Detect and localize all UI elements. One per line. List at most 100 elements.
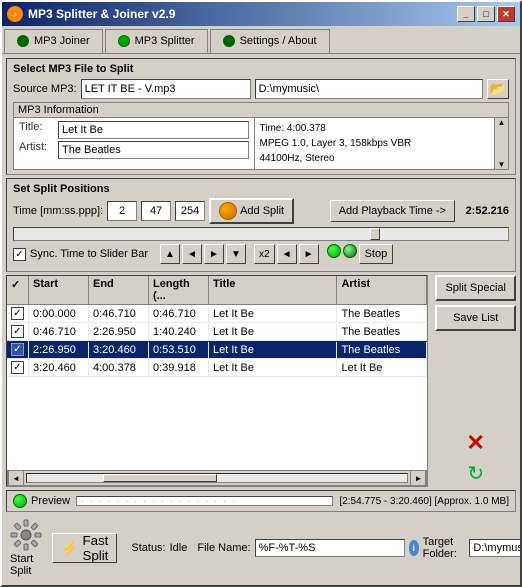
tab-splitter[interactable]: MP3 Splitter [105, 29, 208, 53]
minimize-button[interactable]: _ [457, 6, 475, 22]
splitter-led [118, 35, 130, 47]
bottom-row: Start Split ⚡ Fast Split Status: Idle Fi… [6, 515, 516, 581]
mp3-info-box: MP3 Information Title: Artist: Time: [13, 102, 509, 170]
scroll-down-btn[interactable]: ▼ [495, 160, 508, 169]
scroll-up-btn[interactable]: ▲ [495, 118, 508, 127]
main-window: ♪ MP3 Splitter & Joiner v2.9 _ □ ✕ MP3 J… [0, 0, 522, 587]
row3-check[interactable]: ✓ [11, 343, 24, 356]
delete-button[interactable]: ✕ [460, 429, 492, 457]
status-led [343, 244, 357, 258]
time-ss-input[interactable] [141, 201, 171, 221]
refresh-button[interactable]: ↻ [460, 459, 492, 487]
refresh-icon: ↻ [467, 461, 484, 486]
stop-button[interactable]: Stop [359, 244, 394, 264]
joiner-led [17, 35, 29, 47]
mp3-sample: 44100Hz, Stereo [260, 151, 490, 166]
start-split-button[interactable]: Start Split [6, 517, 46, 579]
scroll-left-btn[interactable]: ◄ [8, 470, 24, 486]
scrollbar-thumb[interactable] [103, 474, 217, 482]
row2-artist: The Beatles [337, 324, 427, 340]
row4-start: 3:20.460 [29, 360, 89, 376]
nav-prev-btn[interactable]: ◄ [277, 244, 297, 264]
time-mm-input[interactable] [107, 201, 137, 221]
row4-check[interactable]: ✓ [11, 361, 24, 374]
scroll-right-btn[interactable]: ► [410, 470, 426, 486]
target-input[interactable] [469, 539, 520, 557]
row1-len: 0:46.710 [149, 306, 209, 322]
position-slider[interactable] [13, 227, 509, 241]
row2-end: 2:26.950 [89, 324, 149, 340]
tab-joiner[interactable]: MP3 Joiner [4, 29, 103, 53]
artist-label: Artist: [19, 141, 54, 159]
nav-right-btn[interactable]: ► [204, 244, 224, 264]
time-label: Time [mm:ss.ppp]: [13, 205, 103, 217]
row4-len: 0:39.918 [149, 360, 209, 376]
row4-title: Let It Be [209, 360, 337, 376]
preview-slider[interactable]: · · · · · · · · · · · · · · · · · · [76, 496, 333, 506]
add-split-button[interactable]: Add Split [209, 198, 294, 224]
window-title: MP3 Splitter & Joiner v2.9 [28, 7, 175, 21]
source-filename[interactable] [81, 79, 251, 99]
table-row[interactable]: ✓ 3:20.460 4:00.378 0:39.918 Let It Be L… [7, 359, 427, 377]
x2-button[interactable]: x2 [254, 244, 275, 264]
app-icon: ♪ [7, 6, 23, 22]
gear-icon [10, 519, 42, 551]
tab-bar: MP3 Joiner MP3 Splitter Settings / About [2, 26, 520, 54]
tab-joiner-label: MP3 Joiner [34, 35, 90, 47]
row3-len: 0:53.510 [149, 342, 209, 358]
row3-artist: The Beatles [337, 342, 427, 358]
close-button[interactable]: ✕ [497, 6, 515, 22]
browse-button[interactable]: 📂 [487, 79, 509, 99]
row2-check[interactable]: ✓ [11, 325, 24, 338]
time-display: 2:52.216 [459, 205, 509, 217]
maximize-button[interactable]: □ [477, 6, 495, 22]
fast-split-label: Fast Split [82, 533, 108, 563]
save-list-button[interactable]: Save List [435, 305, 516, 331]
row1-check[interactable]: ✓ [11, 307, 24, 320]
scrollbar-vertical[interactable]: ▲ ▼ [494, 118, 508, 169]
row4-end: 4:00.378 [89, 360, 149, 376]
sync-checkbox[interactable]: ✓ [13, 248, 26, 261]
fast-split-button[interactable]: ⚡ Fast Split [52, 533, 117, 563]
filename-info-button[interactable]: i [409, 540, 419, 556]
row3-start: 2:26.950 [29, 342, 89, 358]
add-split-icon [219, 202, 237, 220]
table-row-selected[interactable]: ✓ 2:26.950 3:20.460 0:53.510 Let It Be T… [7, 341, 427, 359]
row3-title: Let It Be [209, 342, 337, 358]
mp3-time: Time: 4:00.378 [260, 121, 490, 136]
play-led [327, 244, 341, 258]
h-scrollbar[interactable]: ◄ ► [7, 470, 427, 486]
status-value: Idle [170, 542, 188, 554]
table-row[interactable]: ✓ 0:00.000 0:46.710 0:46.710 Let It Be T… [7, 305, 427, 323]
table-body: ✓ 0:00.000 0:46.710 0:46.710 Let It Be T… [7, 305, 427, 470]
add-playback-button[interactable]: Add Playback Time -> [330, 200, 455, 222]
nav-down-btn[interactable]: ▼ [226, 244, 246, 264]
row1-start: 0:00.000 [29, 306, 89, 322]
slider-thumb[interactable] [370, 228, 380, 240]
mp3-codec: MPEG 1.0, Layer 3, 158kbps VBR [260, 136, 490, 151]
split-table: ✓ Start End Length (... Title Artist ✓ 0… [6, 275, 428, 487]
preview-section: Preview · · · · · · · · · · · · · · · · … [6, 490, 516, 512]
artist-input[interactable] [58, 141, 249, 159]
col-check: ✓ [7, 276, 29, 304]
sync-label: Sync. Time to Slider Bar [30, 248, 148, 260]
nav-left-btn[interactable]: ◄ [182, 244, 202, 264]
status-area: Status: Idle [131, 542, 187, 554]
scrollbar-track[interactable] [26, 473, 408, 483]
time-ppp-input[interactable] [175, 201, 205, 221]
tab-settings[interactable]: Settings / About [210, 29, 330, 53]
nav-next-btn[interactable]: ► [299, 244, 319, 264]
split-special-button[interactable]: Split Special [435, 275, 516, 301]
right-buttons: Split Special Save List ✕ ↻ [435, 275, 516, 487]
status-label: Status: [131, 542, 165, 554]
lightning-icon: ⚡ [61, 540, 78, 557]
title-input[interactable] [58, 121, 249, 139]
table-row[interactable]: ✓ 0:46.710 2:26.950 1:40.240 Let It Be T… [7, 323, 427, 341]
nav-up-btn[interactable]: ▲ [160, 244, 180, 264]
filename-input[interactable] [255, 539, 405, 557]
row2-title: Let It Be [209, 324, 337, 340]
source-path[interactable] [255, 79, 483, 99]
mp3-info-header: MP3 Information [14, 103, 508, 118]
preview-label: Preview [31, 495, 70, 507]
col-length: Length (... [149, 276, 209, 304]
